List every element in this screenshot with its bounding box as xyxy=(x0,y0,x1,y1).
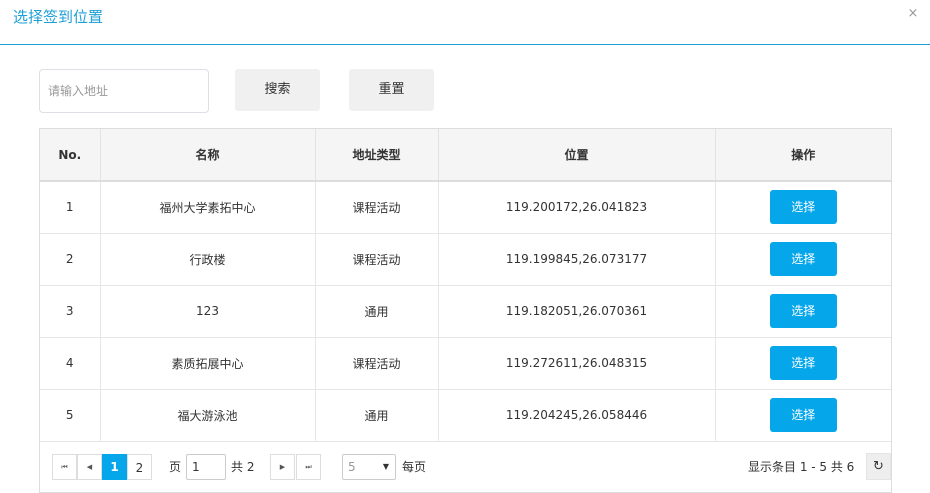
cell-location: 119.182051,26.070361 xyxy=(438,285,716,338)
table-row[interactable]: 5 福大游泳池 通用 119.204245,26.058446 选择 xyxy=(40,389,891,442)
cell-action: 选择 xyxy=(715,233,891,286)
table-row[interactable]: 4 素质拓展中心 课程活动 119.272611,26.048315 选择 xyxy=(40,337,891,390)
cell-no: 2 xyxy=(40,233,101,286)
column-header-action: 操作 xyxy=(715,129,891,182)
pagination-info: 显示条目 1 - 5 共 6 xyxy=(748,460,855,474)
select-button[interactable]: 选择 xyxy=(769,190,837,225)
last-page-icon[interactable]: ⏭ xyxy=(296,454,321,480)
page-label: 页 xyxy=(169,460,182,474)
column-header-name[interactable]: 名称 xyxy=(100,129,316,182)
cell-type: 通用 xyxy=(315,389,439,442)
dialog-title: 选择签到位置 xyxy=(13,8,104,26)
cell-location: 119.204245,26.058446 xyxy=(438,389,716,442)
cell-name: 素质拓展中心 xyxy=(100,337,316,390)
page-size-value: 5 xyxy=(348,460,356,474)
table-row[interactable]: 1 福州大学素拓中心 课程活动 119.200172,26.041823 选择 xyxy=(40,181,891,234)
select-button[interactable]: 选择 xyxy=(769,398,837,432)
chevron-down-icon: ▼ xyxy=(382,462,389,471)
cell-action: 选择 xyxy=(715,337,891,390)
cell-name: 行政楼 xyxy=(100,233,316,286)
column-header-type[interactable]: 地址类型 xyxy=(315,129,439,182)
search-button[interactable]: 搜索 xyxy=(235,69,320,111)
page-number-2[interactable]: 2 xyxy=(127,454,152,480)
pagination-bar: ⏮ ◀ 1 2 页 共 2 ▶ ⏭ 5 ▼ 每页 显示条目 1 - 5 共 6 … xyxy=(40,441,891,492)
prev-page-icon[interactable]: ◀ xyxy=(77,454,102,480)
cell-type: 课程活动 xyxy=(315,233,439,286)
page-input[interactable] xyxy=(186,454,226,480)
page-number-1[interactable]: 1 xyxy=(102,454,127,480)
cell-no: 4 xyxy=(40,337,101,390)
per-page-label: 每页 xyxy=(402,460,427,474)
cell-name: 123 xyxy=(100,285,316,338)
page-size-select[interactable]: 5 ▼ xyxy=(342,454,396,480)
table-header-row: No. 名称 地址类型 位置 操作 xyxy=(40,129,891,182)
first-page-icon[interactable]: ⏮ xyxy=(52,454,77,480)
cell-no: 5 xyxy=(40,389,101,442)
cell-type: 通用 xyxy=(315,285,439,338)
cell-location: 119.199845,26.073177 xyxy=(438,233,716,286)
refresh-icon[interactable]: ↻ xyxy=(866,453,891,480)
cell-name: 福州大学素拓中心 xyxy=(100,181,316,234)
table-row[interactable]: 3 123 通用 119.182051,26.070361 选择 xyxy=(40,285,891,338)
cell-location: 119.272611,26.048315 xyxy=(438,337,716,390)
cell-type: 课程活动 xyxy=(315,181,439,234)
reset-button[interactable]: 重置 xyxy=(349,69,434,111)
table-row[interactable]: 2 行政楼 课程活动 119.199845,26.073177 选择 xyxy=(40,233,891,286)
cell-type: 课程活动 xyxy=(315,337,439,390)
column-header-location[interactable]: 位置 xyxy=(438,129,716,182)
cell-name: 福大游泳池 xyxy=(100,389,316,442)
cell-location: 119.200172,26.041823 xyxy=(438,181,716,234)
cell-no: 1 xyxy=(40,181,101,234)
select-button[interactable]: 选择 xyxy=(769,346,837,380)
select-button[interactable]: 选择 xyxy=(769,242,837,276)
search-input[interactable] xyxy=(39,69,209,113)
next-page-icon[interactable]: ▶ xyxy=(270,454,295,480)
location-table: No. 名称 地址类型 位置 操作 1 福州大学素拓中心 课程活动 119.20… xyxy=(39,128,892,493)
dialog-header: 选择签到位置 × xyxy=(0,0,930,45)
cell-no: 3 xyxy=(40,285,101,338)
select-button[interactable]: 选择 xyxy=(769,294,837,328)
cell-action: 选择 xyxy=(715,181,891,234)
close-icon[interactable]: × xyxy=(906,7,920,21)
total-pages-label: 共 2 xyxy=(231,460,255,474)
column-header-no[interactable]: No. xyxy=(40,129,101,182)
cell-action: 选择 xyxy=(715,285,891,338)
cell-action: 选择 xyxy=(715,389,891,442)
